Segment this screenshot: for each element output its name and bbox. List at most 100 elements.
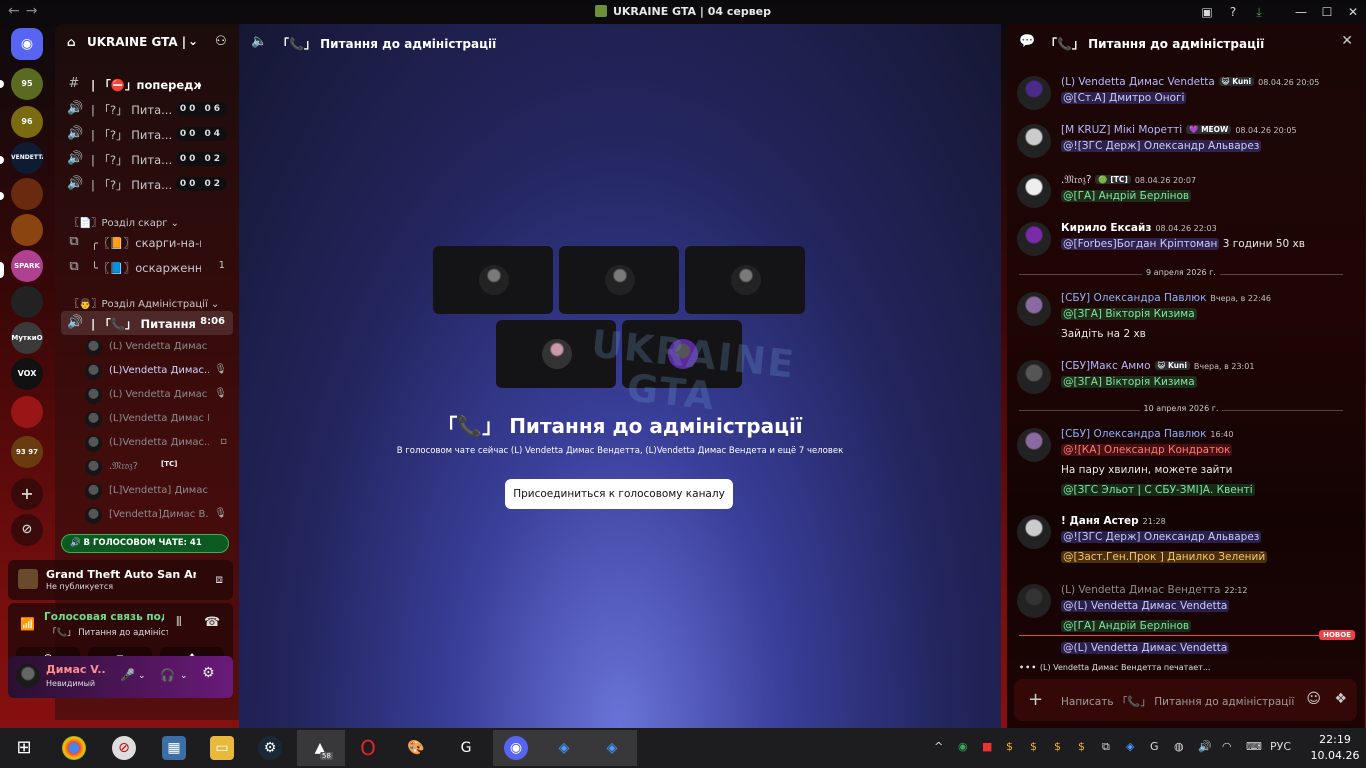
voice-count-pill[interactable]: 🔊 В ГОЛОСОВОМ ЧАТЕ: 41 (61, 534, 229, 553)
voice-channel[interactable]: 「📞」 Питання до адміністр... (48, 626, 168, 638)
join-voice-button[interactable]: Присоединиться к голосовому каналу (505, 479, 733, 509)
volume-icon[interactable]: 🔊 (1198, 740, 1212, 753)
voice-status[interactable]: Голосовая связь подкл... (44, 611, 164, 623)
tray-dollar-icon[interactable]: $ (1006, 740, 1013, 753)
paint-icon[interactable]: 🎨 (404, 736, 428, 760)
tray-logitech-icon[interactable]: G (1150, 740, 1159, 753)
avatar[interactable] (1017, 124, 1051, 158)
calculator-icon[interactable]: ▦ (162, 736, 186, 760)
author-name[interactable]: .𝔐𝔯𝔬𝔷? (1061, 174, 1091, 186)
microphone-icon[interactable]: 🎤 (120, 668, 135, 682)
channel-voice[interactable]: 🔊 | 「?」 Пита... 00 04 (61, 122, 233, 146)
channel-voice[interactable]: 🔊 | 「?」 Пита... 00 02 (61, 147, 233, 171)
tray-chevron-icon[interactable]: ^ (934, 740, 943, 753)
message-composer[interactable]: + Написать 「📞」 Питання до адміністрації … (1014, 679, 1357, 721)
opera-icon[interactable]: O (356, 736, 380, 760)
server-mutki[interactable]: МуткиО (11, 322, 43, 354)
explore-icon[interactable]: ⊘ (11, 514, 43, 546)
discord-icon[interactable]: ◉ (504, 736, 528, 760)
server-96[interactable]: 96 (11, 106, 43, 138)
screen-share-icon[interactable]: ⧈ (215, 572, 223, 587)
tray-app-icon[interactable]: ⧉ (1102, 740, 1110, 754)
author-name[interactable]: [M KRUZ] Мікі Моретті (1061, 124, 1182, 136)
channel-warnings[interactable]: # | 「⛔」попередження (61, 72, 233, 96)
user-mention[interactable]: @[Forbes]Богдан Кріптоман (1061, 238, 1220, 250)
tray-app-icon[interactable]: ◈ (1126, 740, 1134, 753)
author-name[interactable]: ! Даня Астер (1061, 515, 1139, 527)
server-vendetta[interactable]: VENDETTA (11, 142, 43, 174)
category-complaints[interactable]: 〖📄〗Розділ скарг ⌄ (69, 214, 179, 229)
folder-icon[interactable]: ▭ (210, 736, 234, 760)
noise-suppression-icon[interactable]: ⦀ (176, 615, 182, 630)
server-icon[interactable] (11, 396, 43, 428)
help-icon[interactable]: ? (1222, 2, 1244, 22)
windows-start-icon[interactable]: ⊞ (12, 736, 36, 760)
channel-voice[interactable]: 🔊 | 「?」 Пита... 00 06 (61, 97, 233, 121)
server-vox[interactable]: VOX (11, 358, 43, 390)
compass-icon[interactable]: ⊘ (112, 736, 136, 760)
user-mention[interactable]: @![ЗГС Держ] Олександр Альварез (1061, 140, 1262, 152)
inbox-icon[interactable]: ▣ (1196, 2, 1218, 22)
user-mention[interactable]: @![КА] Олександр Кондратюк (1061, 444, 1233, 456)
download-icon[interactable]: ⤓ (1248, 2, 1270, 22)
steam-icon[interactable]: ⚙ (258, 736, 282, 760)
author-name[interactable]: [СБУ] Олександра Павлюк (1061, 292, 1206, 304)
voice-user[interactable]: (L)Vendetta Димас... ▫ (85, 432, 229, 454)
author-name[interactable]: (L) Vendetta Димас Вендетта (1061, 584, 1220, 596)
server-spark[interactable]: SPARK (11, 250, 43, 282)
add-member-icon[interactable]: ⚇ (215, 34, 227, 49)
user-mention[interactable]: @[Заст.Ген.Прок ] Данилко Зелений (1061, 551, 1268, 563)
avatar[interactable] (1017, 222, 1051, 256)
avatar[interactable] (1017, 515, 1051, 549)
user-mention[interactable]: @(L) Vendetta Димас Vendetta (1061, 642, 1230, 654)
category-admin[interactable]: 〖👨〗Розділ Адміністрації ⌄ (69, 295, 219, 310)
emoji-icon[interactable]: ☺ (1306, 691, 1321, 707)
message-input[interactable]: Написать 「📞」 Питання до адміністрації (1061, 694, 1294, 709)
logitech-icon[interactable]: G (454, 736, 478, 760)
server-95[interactable]: 95 (11, 68, 43, 100)
settings-gear-icon[interactable]: ⚙ (202, 665, 215, 681)
author-name[interactable]: [СБУ]Макс Аммо (1061, 360, 1151, 372)
user-mention[interactable]: @[Ст.А] Дмитро Оногі (1061, 92, 1187, 104)
language-indicator[interactable]: РУС (1270, 740, 1291, 753)
tray-app-icon[interactable]: ■ (982, 740, 992, 753)
user-mention[interactable]: @[ЗГА] Вікторія Кизима (1061, 376, 1197, 388)
close-icon[interactable]: ✕ (1341, 33, 1353, 49)
avatar[interactable] (1017, 292, 1051, 326)
avatar[interactable] (1017, 360, 1051, 394)
launcher-icon[interactable]: ◈ (600, 736, 624, 760)
chevron-down-icon[interactable]: ⌄ (188, 34, 198, 48)
attach-plus-icon[interactable]: + (1028, 689, 1043, 710)
tray-dollar-icon[interactable]: $ (1078, 740, 1085, 753)
voice-user[interactable]: [L]Vendetta] Димас Ве... (85, 480, 229, 502)
user-mention[interactable]: @(L) Vendetta Димас Vendetta (1061, 600, 1230, 612)
chrome-icon[interactable] (62, 736, 86, 760)
author-name[interactable]: (L) Vendetta Димас Vendetta (1061, 76, 1215, 88)
tray-dollar-icon[interactable]: $ (1030, 740, 1037, 753)
forum-channel[interactable]: ⧉ ╭〖📙〗скарги-на-гр... (61, 230, 233, 254)
user-mention[interactable]: @[ГА] Андрій Берлінов (1061, 620, 1192, 632)
voice-user[interactable]: (L) Vendetta Димас Ве... (85, 336, 229, 358)
channel-voice[interactable]: 🔊 | 「?」 Пита... 00 02 (61, 172, 233, 196)
tray-app-icon[interactable]: ◍ (1174, 740, 1184, 753)
user-mention[interactable]: @[ГА] Андрій Берлінов (1061, 190, 1192, 202)
forum-channel[interactable]: ⧉ ╰〖📘〗оскарженн... 1 (61, 255, 233, 279)
tray-app-icon[interactable]: ◉ (958, 740, 968, 753)
participant-tile[interactable] (559, 246, 679, 314)
tray-dollar-icon[interactable]: $ (1054, 740, 1061, 753)
keyboard-icon[interactable]: ⌨ (1246, 740, 1262, 753)
user-mention[interactable]: @[ЗГС Эльот | С СБУ-ЗМІ]А. Квенті (1061, 484, 1255, 496)
launcher-icon[interactable]: ◈ (552, 736, 576, 760)
channel-admin-questions[interactable]: 🔊 | 「📞」 Питання ... 8:06 (61, 311, 233, 335)
guild-header[interactable]: ⌂ UKRAINE GTA | ... ⌄ ⚇ (55, 24, 239, 60)
avatar[interactable] (1017, 76, 1051, 110)
avatar[interactable] (1017, 174, 1051, 208)
voice-user[interactable]: [Vendetta]Димас В... 🎙 (85, 504, 229, 526)
clock[interactable]: 22:19 10.04.26 (1310, 732, 1360, 764)
server-93-97[interactable]: 93 97 (11, 436, 43, 468)
add-server-icon[interactable]: + (11, 478, 43, 510)
author-name[interactable]: [СБУ] Олександра Павлюк (1061, 428, 1206, 440)
participant-tile[interactable] (433, 246, 553, 314)
discord-home-icon[interactable]: ◉ (11, 28, 43, 60)
maximize-button[interactable]: ☐ (1316, 2, 1338, 22)
